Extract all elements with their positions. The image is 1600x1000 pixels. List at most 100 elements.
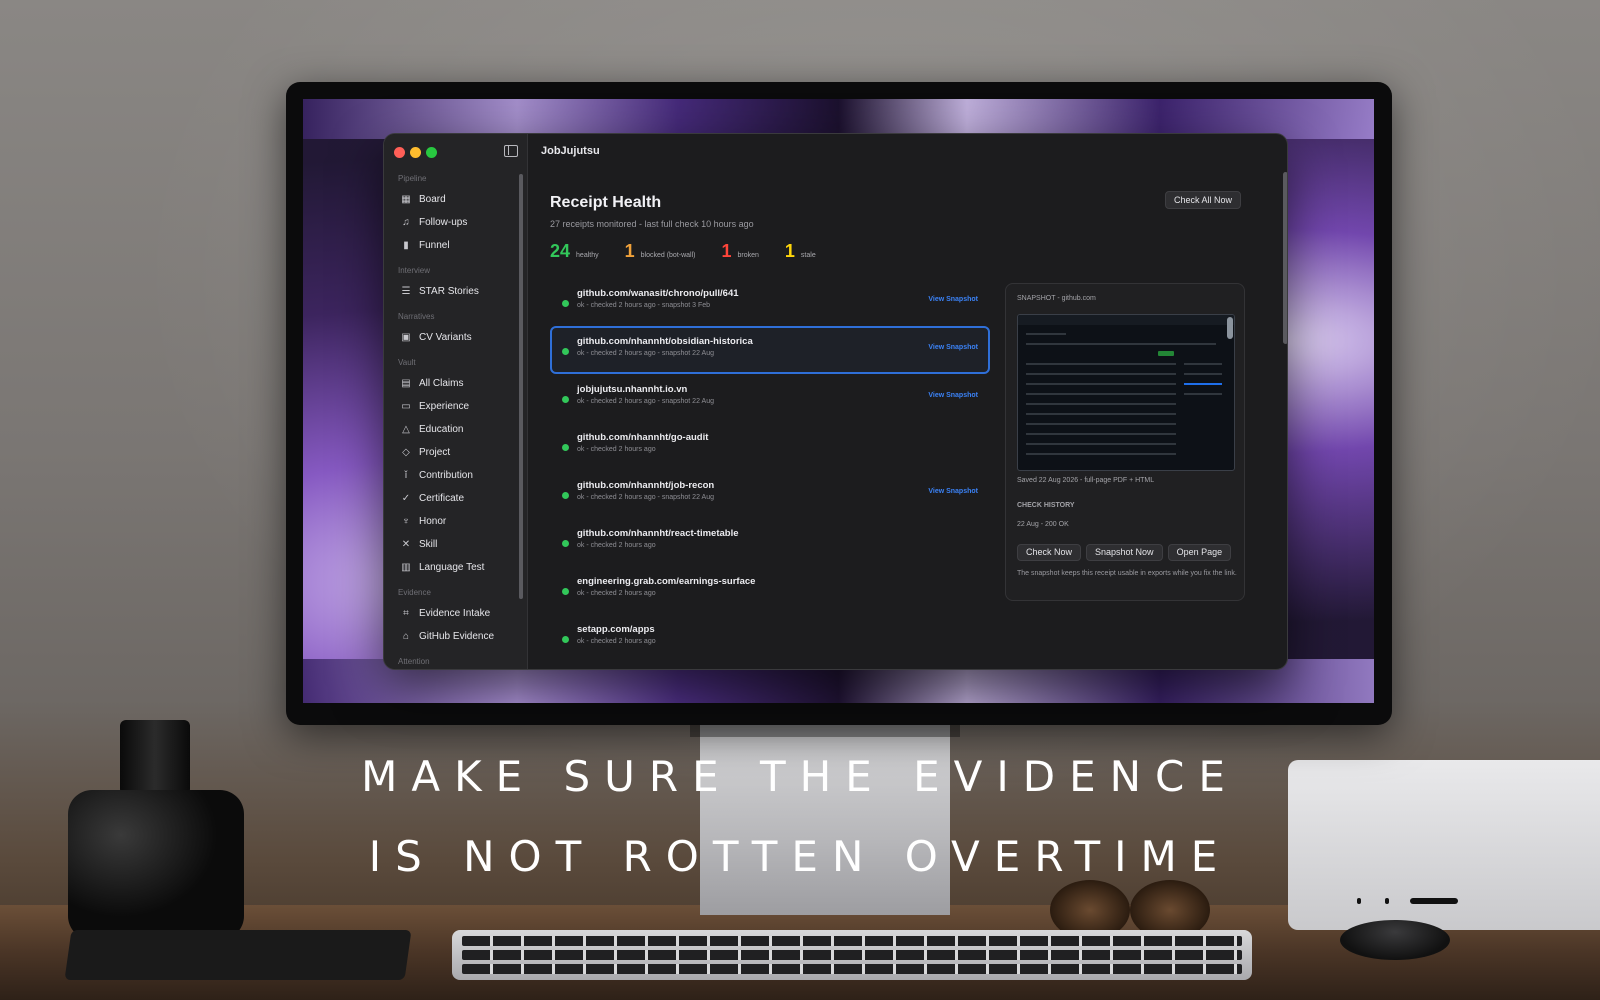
stat-stale: 1 stale	[785, 241, 816, 262]
app-window: Pipeline ▦ Board ♫ Follow-ups ▮ Funnel Intervie…	[383, 133, 1288, 670]
sidebar-section-title: Evidence	[398, 588, 431, 597]
sidebar-item-star-stories[interactable]: ☰ STAR Stories	[394, 280, 520, 303]
mac-mini-port	[1385, 898, 1389, 904]
sidebar-item-cv-variants[interactable]: ▣ CV Variants	[394, 326, 520, 349]
receipt-url: github.com/wanasit/chrono/pull/641	[577, 288, 739, 299]
sidebar-item-board[interactable]: ▦ Board	[394, 188, 520, 211]
status-dot-icon	[562, 348, 569, 355]
receipt-status: ok - checked 2 hours ago	[577, 446, 656, 453]
scan-icon: ⌗	[403, 607, 409, 619]
receipt-status: ok - checked 2 hours ago	[577, 542, 656, 549]
sidebar-section-title: Pipeline	[398, 174, 427, 183]
test-doc-icon: ▥	[401, 561, 411, 573]
receipt-row[interactable]: github.com/nhannht/obsidian-historica ok …	[550, 326, 990, 374]
sidebar-item-all-claims[interactable]: ▤ All Claims	[394, 372, 520, 395]
sidebar-item-label: Education	[419, 424, 464, 435]
thumbnail-line	[1026, 453, 1176, 455]
receipt-status: ok - checked 2 hours ago	[577, 590, 656, 597]
snapshot-now-button[interactable]: Snapshot Now	[1086, 544, 1163, 561]
sidebar-item-education[interactable]: △ Education	[394, 418, 520, 441]
thumbnail-line	[1026, 443, 1176, 445]
receipt-url: engineering.grab.com/earnings-surface	[577, 576, 756, 587]
sidebar-section-title: Interview	[398, 266, 431, 275]
receipt-row[interactable]: engineering.grab.com/earnings-surface ok …	[550, 566, 990, 614]
stat-label: healthy	[576, 252, 599, 259]
stat-value: 1	[721, 241, 732, 261]
briefcase-icon: ▭	[401, 400, 411, 412]
sidebar-item-certificate[interactable]: ✓ Certificate	[394, 487, 520, 510]
cube-icon: ◇	[402, 446, 410, 458]
thumbnail-line	[1026, 343, 1216, 345]
sidebar-item-language-test[interactable]: ▥ Language Test	[394, 556, 520, 579]
receipt-row[interactable]: github.com/wanasit/chrono/pull/641 ok - c…	[550, 278, 990, 326]
zoom-window-button[interactable]	[426, 147, 437, 158]
receipt-url: github.com/nhannht/go-audit	[577, 432, 709, 443]
status-dot-icon	[562, 444, 569, 451]
stat-label: broken	[737, 252, 759, 259]
graduation-cap-icon: △	[402, 423, 410, 435]
sidebar-item-label: Follow-ups	[419, 217, 468, 228]
stat-value: 24	[550, 241, 571, 261]
sidebar-item-label: Experience	[419, 401, 470, 412]
sidebar-item-label: Language Test	[419, 562, 485, 573]
status-dot-icon	[562, 492, 569, 499]
check-now-button[interactable]: Check Now	[1017, 544, 1082, 561]
minimize-window-button[interactable]	[410, 147, 421, 158]
thumbnail-header	[1018, 315, 1234, 325]
status-dot-icon	[562, 540, 569, 547]
sidebar-item-label: Certificate	[419, 493, 465, 504]
receipt-row[interactable]: setapp.com/apps ok - checked 2 hours ago	[550, 614, 990, 662]
open-page-button[interactable]: Open Page	[1167, 544, 1232, 561]
sidebar-item-follow-ups[interactable]: ♫ Follow-ups	[394, 211, 520, 234]
stat-label: blocked (bot-wall)	[640, 252, 696, 259]
view-snapshot-link[interactable]: View Snapshot	[928, 392, 978, 399]
sidebar-item-label: Contribution	[419, 470, 473, 481]
stat-broken: 1 broken	[721, 241, 758, 262]
sidebar-item-label: CV Variants	[419, 332, 472, 343]
receipt-url: jobjujutsu.nhannht.io.vn	[577, 384, 688, 395]
snapshot-thumbnail[interactable]	[1017, 314, 1235, 471]
sidebar-item-github-evidence[interactable]: ⌂ GitHub Evidence	[394, 625, 520, 648]
receipt-row[interactable]: github.com/nhannht/react-timetable ok - c…	[550, 518, 990, 566]
stat-value: 1	[784, 241, 795, 261]
view-snapshot-link[interactable]: View Snapshot	[928, 488, 978, 495]
sidebar-section-title: Vault	[398, 358, 416, 367]
snapshot-panel: SNAPSHOT - github.com Saved 22 Aug 2026 …	[1005, 283, 1245, 601]
sidebar-item-contribution[interactable]: ǐ Contribution	[394, 464, 520, 487]
close-window-button[interactable]	[394, 147, 405, 158]
seal-icon: ✓	[401, 492, 411, 504]
receipt-url: github.com/nhannht/job-recon	[577, 480, 715, 491]
thumbnail-line	[1184, 393, 1222, 395]
sidebar-item-skill[interactable]: ✕ Skill	[394, 533, 520, 556]
thumbnail-line	[1026, 393, 1176, 395]
sidebar-item-funnel[interactable]: ▮ Funnel	[394, 234, 520, 257]
sidebar-item-honor[interactable]: ♆ Honor	[394, 510, 520, 533]
sidebar-toggle-icon[interactable]	[504, 145, 518, 157]
receipt-status: ok - checked 2 hours ago	[577, 638, 656, 645]
sidebar-item-project[interactable]: ◇ Project	[394, 441, 520, 464]
sidebar-item-label: Project	[419, 447, 451, 458]
status-dot-icon	[562, 636, 569, 643]
view-snapshot-link[interactable]: View Snapshot	[928, 344, 978, 351]
thumbnail-line	[1026, 413, 1176, 415]
sidebar-scrollbar[interactable]	[519, 174, 523, 599]
snapshot-actions: Check Now Snapshot Now Open Page	[1017, 544, 1236, 561]
keyboard-row	[462, 936, 1242, 946]
desk-pad	[64, 930, 412, 980]
sidebar-item-label: All Claims	[419, 378, 464, 389]
sidebar-item-evidence-intake[interactable]: ⌗ Evidence Intake	[394, 602, 520, 625]
check-all-now-button[interactable]: Check All Now	[1165, 191, 1242, 209]
stats-summary: 24 healthy 1 blocked (bot-wall) 1 broken 1 stal…	[550, 241, 842, 262]
sidebar-section-title: Attention	[398, 657, 430, 666]
list-icon: ☰	[401, 285, 411, 297]
keyboard-row	[462, 950, 1242, 960]
receipt-row[interactable]: github.com/nhannht/job-recon ok - checked…	[550, 470, 990, 518]
receipt-row[interactable]: jobjujutsu.nhannht.io.vn ok - checked 2 h…	[550, 374, 990, 422]
sidebar-item-experience[interactable]: ▭ Experience	[394, 395, 520, 418]
main-scrollbar[interactable]	[1283, 172, 1287, 344]
tray-icon: ▤	[401, 377, 411, 389]
receipt-row[interactable]: github.com/nhannht/go-audit ok - checked …	[550, 422, 990, 470]
view-snapshot-link[interactable]: View Snapshot	[928, 296, 978, 303]
thumbnail-code-button	[1158, 351, 1174, 356]
sidebar-item-label: GitHub Evidence	[419, 631, 495, 642]
